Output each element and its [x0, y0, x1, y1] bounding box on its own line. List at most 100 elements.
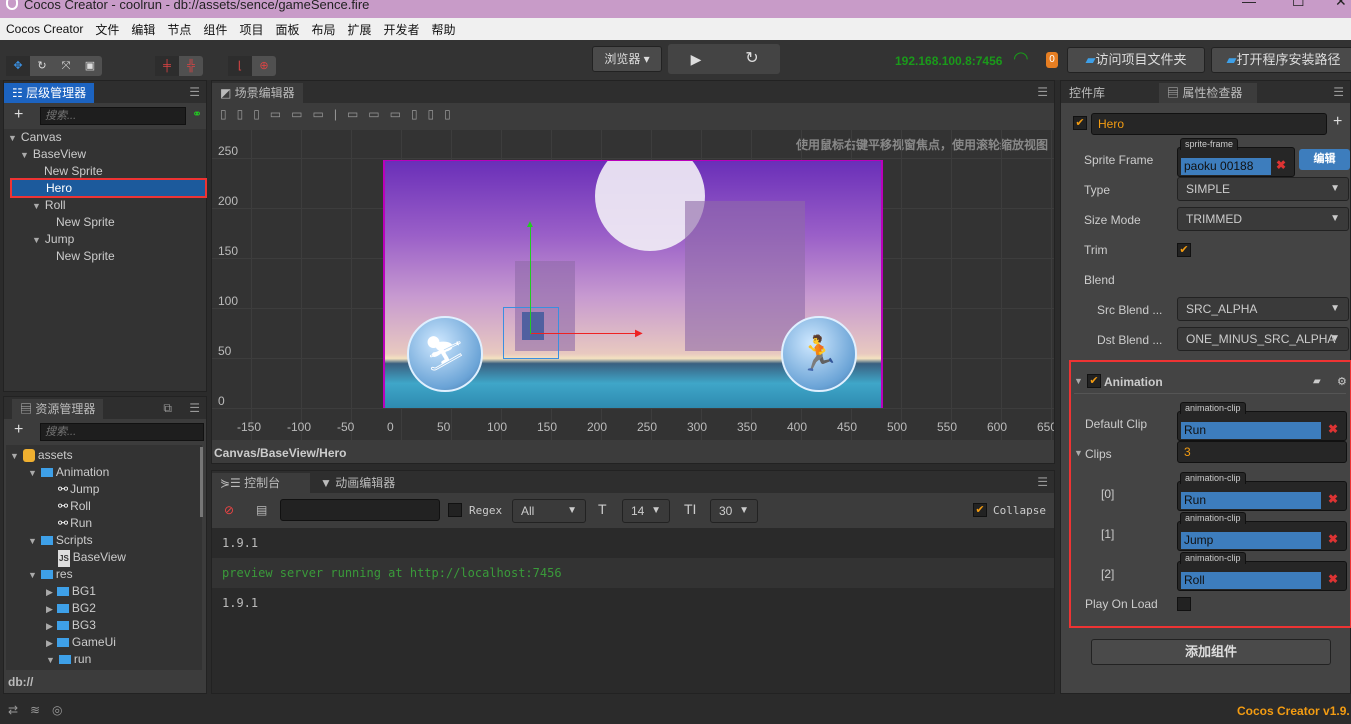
scale-tool-icon[interactable]: ⤧: [54, 56, 78, 76]
global-icon[interactable]: ⊕: [252, 56, 276, 76]
panel-menu-icon[interactable]: ☰: [189, 85, 200, 99]
refresh-button[interactable]: ↻: [724, 44, 780, 74]
edit-button[interactable]: 编辑: [1299, 149, 1350, 170]
menu-item[interactable]: 扩展: [347, 21, 371, 38]
asset-item[interactable]: ⚯ Roll: [46, 498, 91, 515]
clear-icon[interactable]: ✖: [1328, 532, 1338, 546]
asset-item[interactable]: ▶ BG1: [46, 583, 96, 600]
collapse-triangle-icon[interactable]: ▼: [1074, 376, 1083, 386]
collapsed-triangle-icon[interactable]: ▶: [46, 604, 53, 614]
notification-badge[interactable]: 0: [1046, 52, 1058, 68]
tab-hierarchy[interactable]: ☷ 层级管理器: [4, 83, 95, 103]
default-clip-field[interactable]: animation-clip Run ✖: [1177, 402, 1347, 441]
tab-assets[interactable]: ▤ 资源管理器: [12, 399, 104, 419]
add-button[interactable]: +: [1333, 113, 1342, 131]
local-icon[interactable]: ⌊: [228, 56, 252, 76]
expanded-triangle-icon[interactable]: ▼: [32, 235, 41, 245]
close-button[interactable]: ✕: [1335, 0, 1347, 8]
expanded-triangle-icon[interactable]: ▼: [28, 570, 37, 580]
add-node-button[interactable]: +: [14, 106, 23, 124]
clips-triangle-icon[interactable]: ▼: [1074, 448, 1083, 458]
line-height-select[interactable]: 30 ▼: [710, 499, 758, 523]
collapsed-triangle-icon[interactable]: ▶: [46, 621, 53, 631]
rect-tool-icon[interactable]: ▣: [78, 56, 102, 76]
move-tool-icon[interactable]: ✥: [6, 56, 30, 76]
log-level-select[interactable]: All ▼: [512, 499, 586, 523]
menu-item[interactable]: 开发者: [384, 21, 420, 38]
y-axis-gizmo[interactable]: [530, 226, 531, 334]
tab-scene[interactable]: ◩ 场景编辑器: [212, 83, 303, 103]
minimize-button[interactable]: —: [1242, 0, 1256, 8]
assets-search-input[interactable]: [40, 423, 204, 441]
asset-item[interactable]: ▼ res: [28, 566, 73, 583]
animation-enabled-checkbox[interactable]: ✔: [1087, 374, 1101, 388]
menu-item[interactable]: 节点: [167, 21, 191, 38]
add-component-button[interactable]: 添加组件: [1091, 639, 1331, 665]
clear-icon[interactable]: ✖: [1328, 572, 1338, 586]
panel-menu-icon[interactable]: ☰: [1037, 85, 1048, 99]
console-filter-input[interactable]: [280, 499, 440, 521]
tree-node[interactable]: Hero: [10, 178, 207, 198]
node-active-checkbox[interactable]: ✔: [1073, 116, 1087, 130]
center-icon[interactable]: ╬: [179, 56, 203, 76]
rotate-tool-icon[interactable]: ↻: [30, 56, 54, 76]
asset-item[interactable]: ⚯ Jump: [46, 481, 99, 498]
link-icon[interactable]: ⚭: [192, 107, 202, 121]
node-name-input[interactable]: Hero: [1091, 113, 1327, 135]
tab-console[interactable]: ⋟☰ 控制台: [212, 473, 310, 493]
asset-item[interactable]: ▼ Scripts: [28, 532, 93, 549]
menu-item[interactable]: 项目: [239, 21, 263, 38]
tab-widgets[interactable]: 控件库: [1061, 83, 1114, 103]
visibility-icon[interactable]: ◎: [52, 703, 62, 717]
panel-menu-icon[interactable]: ☰: [1037, 475, 1048, 489]
dst-blend-select[interactable]: ONE_MINUS_SRC_ALPHA ▼: [1177, 327, 1349, 351]
database-icon[interactable]: ≋: [30, 703, 40, 717]
tree-node[interactable]: ▼ Roll: [32, 197, 66, 214]
menu-item[interactable]: 编辑: [131, 21, 155, 38]
expanded-triangle-icon[interactable]: ▼: [20, 150, 29, 160]
platform-select[interactable]: 浏览器 ▾: [592, 46, 662, 72]
asset-item[interactable]: ⚯ Run: [46, 515, 92, 532]
panel-menu-icon[interactable]: ☰: [1333, 85, 1344, 99]
tree-node[interactable]: ▼ BaseView: [20, 146, 86, 163]
clip-field[interactable]: animation-clip Roll ✖: [1177, 552, 1347, 591]
help-book-icon[interactable]: ▰: [1313, 376, 1321, 387]
menu-item[interactable]: 面板: [275, 21, 299, 38]
clear-icon[interactable]: ✖: [1276, 158, 1286, 172]
tree-node[interactable]: ▼ Canvas: [8, 129, 62, 146]
trim-checkbox[interactable]: ✔: [1177, 243, 1191, 257]
sprite-frame-field[interactable]: sprite-frame paoku 00188 ✖: [1177, 138, 1295, 177]
menu-item[interactable]: 帮助: [432, 21, 456, 38]
play-button[interactable]: ▶: [668, 44, 724, 74]
size-mode-select[interactable]: TRIMMED ▼: [1177, 207, 1349, 231]
pivot-icon[interactable]: ╪: [155, 56, 179, 76]
collapse-checkbox[interactable]: ✔: [973, 503, 987, 517]
panel-menu-icon[interactable]: ☰: [189, 401, 200, 415]
type-select[interactable]: SIMPLE ▼: [1177, 177, 1349, 201]
menu-item[interactable]: 组件: [203, 21, 227, 38]
log-file-icon[interactable]: ▤: [256, 503, 267, 517]
font-size-select[interactable]: 14 ▼: [622, 499, 670, 523]
play-on-load-checkbox[interactable]: [1177, 597, 1191, 611]
hierarchy-search-input[interactable]: [40, 107, 186, 125]
clip-field[interactable]: animation-clip Run ✖: [1177, 472, 1347, 511]
open-install-path-button[interactable]: ▰打开程序安装路径: [1211, 47, 1351, 73]
align-tools[interactable]: ▯▯▯▭▭▭|▭▭▭▯▯▯: [220, 107, 461, 121]
tree-node[interactable]: ▼ Jump: [32, 231, 74, 248]
regex-checkbox[interactable]: [448, 503, 462, 517]
tab-properties[interactable]: ▤ 属性检查器: [1159, 83, 1257, 103]
expanded-triangle-icon[interactable]: ▼: [28, 468, 37, 478]
asset-item[interactable]: ▶ BG2: [46, 600, 96, 617]
gear-icon[interactable]: ⚙: [1337, 375, 1347, 388]
clear-icon[interactable]: ✖: [1328, 422, 1338, 436]
tab-animation-editor[interactable]: ▼ 动画编辑器: [312, 473, 404, 493]
sync-icon[interactable]: ⇄: [8, 703, 18, 717]
asset-item[interactable]: ▼ run: [46, 651, 91, 668]
menu-item[interactable]: 布局: [311, 21, 335, 38]
expanded-triangle-icon[interactable]: ▼: [8, 133, 17, 143]
src-blend-select[interactable]: SRC_ALPHA ▼: [1177, 297, 1349, 321]
tree-node[interactable]: New Sprite: [44, 248, 115, 265]
x-axis-gizmo[interactable]: [530, 333, 640, 334]
expanded-triangle-icon[interactable]: ▼: [28, 536, 37, 546]
maximize-button[interactable]: ☐: [1292, 0, 1305, 8]
